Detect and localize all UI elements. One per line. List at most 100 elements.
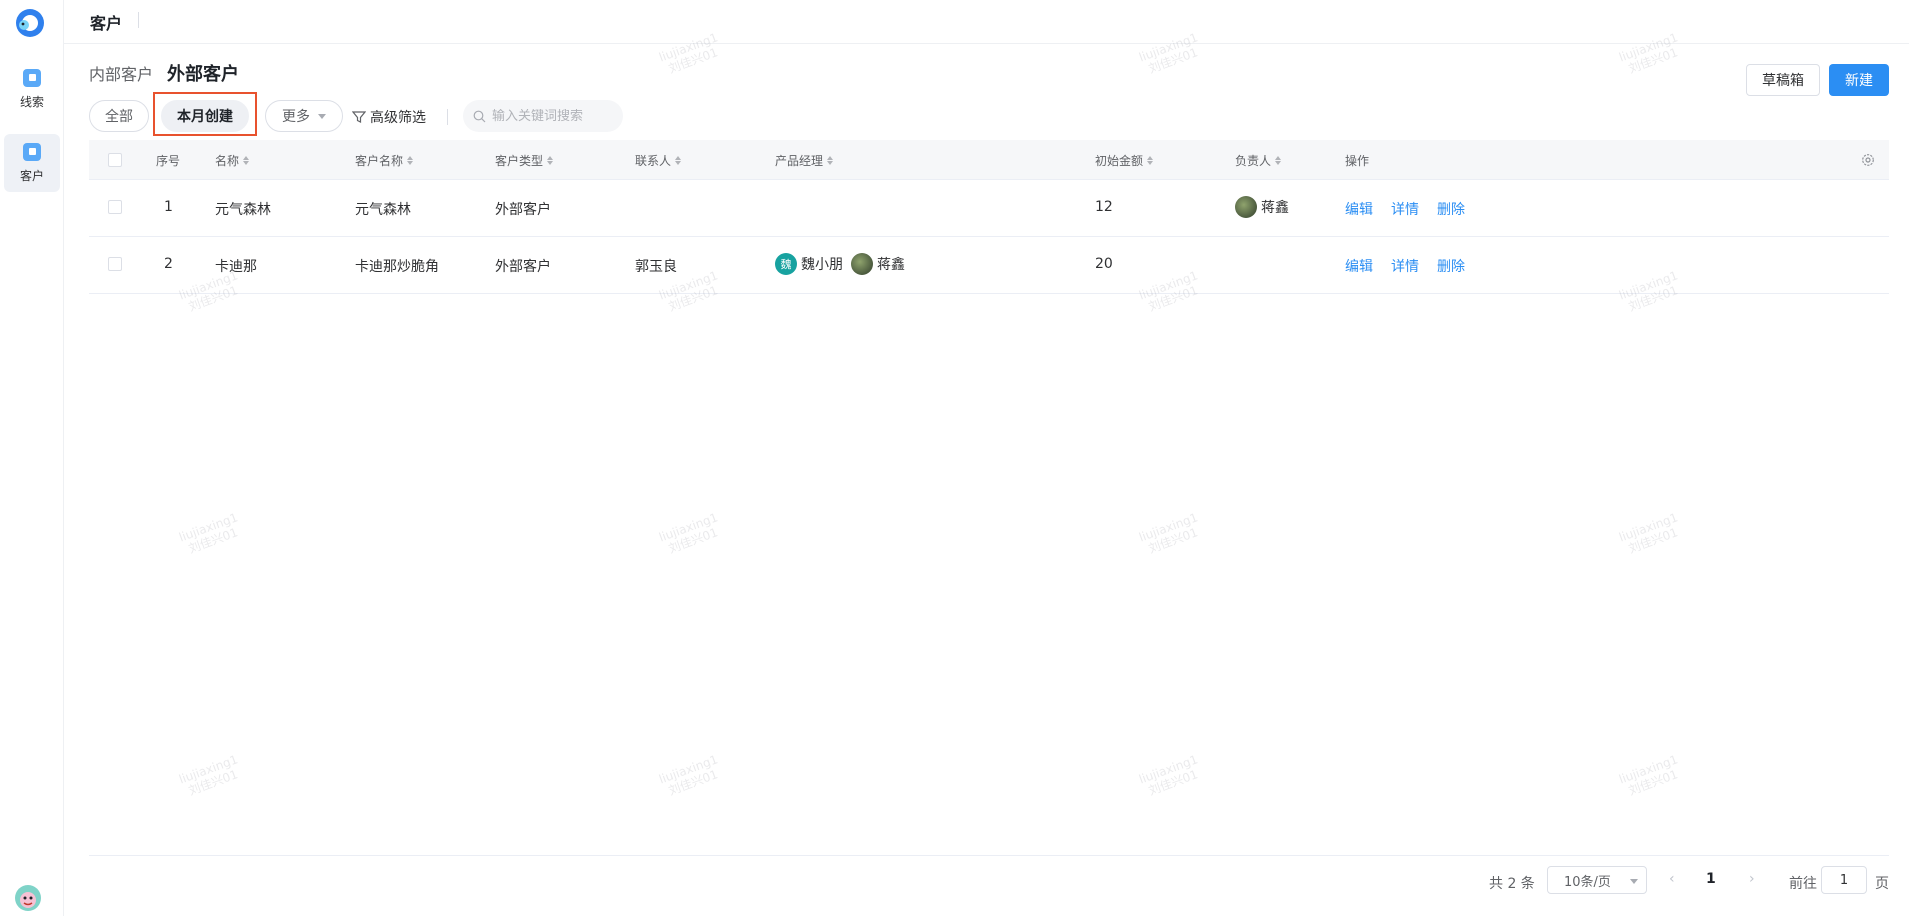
customer-table: 序号 名称 客户名称 客户类型 联系人 产品经理 初始金额 负责人 操作 1 元… bbox=[89, 140, 1889, 294]
row-checkbox[interactable] bbox=[108, 257, 122, 271]
filter-all[interactable]: 全部 bbox=[89, 100, 149, 132]
sort-icon bbox=[827, 156, 834, 165]
filter-bar: 全部 本月创建 更多 高级筛选 bbox=[89, 92, 789, 136]
header-initial-amount[interactable]: 初始金额 bbox=[1095, 152, 1154, 169]
header-initial-amount-label: 初始金额 bbox=[1095, 154, 1144, 168]
filter-more-label: 更多 bbox=[282, 109, 310, 125]
delete-link[interactable]: 删除 bbox=[1437, 256, 1465, 276]
cell-customer-name: 元气森林 bbox=[355, 202, 411, 218]
goto-label: 前往 bbox=[1789, 876, 1817, 892]
edit-link[interactable]: 编辑 bbox=[1345, 199, 1373, 219]
table-row: 1 元气森林 元气森林 外部客户 12 蒋鑫 编辑 详情 删除 bbox=[89, 180, 1889, 237]
pagination: 共 2 条 10条/页 ‹ 1 › 前往 页 bbox=[89, 866, 1889, 896]
cell-actions: 编辑 详情 删除 bbox=[1345, 256, 1483, 276]
cell-actions: 编辑 详情 删除 bbox=[1345, 199, 1483, 219]
detail-link[interactable]: 详情 bbox=[1391, 256, 1419, 276]
header-owner-label: 负责人 bbox=[1235, 154, 1272, 168]
header-owner[interactable]: 负责人 bbox=[1235, 152, 1282, 169]
user-avatar-icon[interactable] bbox=[14, 884, 42, 912]
advanced-filter-label: 高级筛选 bbox=[370, 110, 426, 126]
nav-item-label: 线索 bbox=[19, 94, 44, 109]
header-customer-name-label: 客户名称 bbox=[355, 154, 404, 168]
sort-icon bbox=[1147, 156, 1154, 165]
filter-icon bbox=[352, 111, 366, 123]
prev-page-chevron-left-icon[interactable]: ‹ bbox=[1669, 871, 1675, 887]
header-customer-type-label: 客户类型 bbox=[495, 154, 544, 168]
table-row: 2 卡迪那 卡迪那炒脆角 外部客户 郭玉良 魏 魏小朋 蒋鑫 20 编辑 详情 … bbox=[89, 237, 1889, 294]
detail-link[interactable]: 详情 bbox=[1391, 199, 1419, 219]
pm-name: 蒋鑫 bbox=[877, 257, 905, 273]
customer-subtabs: 内部客户 外部客户 bbox=[89, 60, 253, 86]
new-button[interactable]: 新建 bbox=[1829, 64, 1889, 96]
page-title: 客户 bbox=[90, 14, 123, 33]
delete-link[interactable]: 删除 bbox=[1437, 199, 1465, 219]
sort-icon bbox=[547, 156, 554, 165]
left-nav-rail: 线索 客户 bbox=[0, 0, 64, 916]
search-icon bbox=[473, 110, 486, 122]
cell-initial-amount: 20 bbox=[1095, 256, 1113, 272]
row-checkbox[interactable] bbox=[108, 200, 122, 214]
clue-icon bbox=[23, 68, 41, 87]
cell-customer-type: 外部客户 bbox=[495, 259, 551, 275]
avatar: 魏 bbox=[775, 253, 797, 275]
cell-owner: 蒋鑫 bbox=[1235, 196, 1289, 218]
header-customer-type[interactable]: 客户类型 bbox=[495, 152, 554, 169]
sort-icon bbox=[675, 156, 682, 165]
goto-page-input[interactable] bbox=[1821, 866, 1867, 894]
chevron-down-icon bbox=[1630, 879, 1638, 884]
edit-link[interactable]: 编辑 bbox=[1345, 256, 1373, 276]
page-size-select[interactable]: 10条/页 bbox=[1547, 866, 1647, 894]
sort-icon bbox=[407, 156, 414, 165]
total-count: 共 2 条 bbox=[1489, 876, 1535, 892]
cell-initial-amount: 12 bbox=[1095, 199, 1113, 215]
pm-name: 魏小朋 bbox=[801, 257, 843, 273]
nav-item-customers[interactable]: 客户 bbox=[4, 134, 60, 192]
cell-name: 元气森林 bbox=[215, 202, 271, 218]
sort-icon bbox=[1275, 156, 1282, 165]
cell-index: 1 bbox=[164, 199, 173, 215]
column-settings-gear-icon[interactable] bbox=[1861, 153, 1875, 167]
app-logo-icon[interactable] bbox=[12, 6, 46, 40]
header-name-label: 名称 bbox=[215, 154, 240, 168]
header-actions: 操作 bbox=[1345, 154, 1370, 168]
filter-more-dropdown[interactable]: 更多 bbox=[265, 100, 343, 132]
table-header: 序号 名称 客户名称 客户类型 联系人 产品经理 初始金额 负责人 操作 bbox=[89, 140, 1889, 180]
cell-name: 卡迪那 bbox=[215, 259, 257, 275]
main-content: 内部客户 外部客户 草稿箱 新建 全部 本月创建 更多 高级筛选 输入关键词搜索… bbox=[89, 44, 1889, 916]
search-input[interactable] bbox=[492, 108, 617, 124]
nav-item-label: 客户 bbox=[19, 168, 44, 183]
tab-external-customers[interactable]: 外部客户 bbox=[167, 60, 239, 86]
top-bar: 客户 bbox=[64, 0, 1909, 44]
app-root: 线索 客户 客户 内部客户 外部客户 草稿箱 新建 全部 本月创建 更多 高级筛… bbox=[0, 0, 1909, 916]
divider bbox=[89, 855, 1889, 856]
drafts-button[interactable]: 草稿箱 bbox=[1746, 64, 1820, 96]
header-customer-name[interactable]: 客户名称 bbox=[355, 152, 414, 169]
header-product-manager-label: 产品经理 bbox=[775, 154, 824, 168]
divider bbox=[447, 109, 448, 125]
header-contact-label: 联系人 bbox=[635, 154, 672, 168]
filter-this-month[interactable]: 本月创建 bbox=[161, 100, 249, 132]
search-box[interactable] bbox=[463, 100, 623, 132]
avatar bbox=[851, 253, 873, 275]
avatar bbox=[1235, 196, 1257, 218]
cell-customer-type: 外部客户 bbox=[495, 202, 551, 218]
cell-product-manager: 魏 魏小朋 蒋鑫 bbox=[775, 253, 905, 275]
header-name[interactable]: 名称 bbox=[215, 152, 250, 169]
divider bbox=[138, 12, 139, 28]
sort-icon bbox=[243, 156, 250, 165]
tab-internal-customers[interactable]: 内部客户 bbox=[89, 61, 153, 85]
customer-icon bbox=[23, 142, 41, 161]
header-contact[interactable]: 联系人 bbox=[635, 152, 682, 169]
advanced-filter-button[interactable]: 高级筛选 bbox=[352, 107, 426, 127]
next-page-chevron-right-icon[interactable]: › bbox=[1749, 871, 1755, 887]
select-all-checkbox[interactable] bbox=[108, 153, 122, 167]
header-product-manager[interactable]: 产品经理 bbox=[775, 152, 834, 169]
owner-name: 蒋鑫 bbox=[1261, 200, 1289, 216]
header-index: 序号 bbox=[156, 154, 181, 168]
nav-item-clues[interactable]: 线索 bbox=[4, 60, 60, 118]
chevron-down-icon bbox=[318, 113, 326, 119]
cell-index: 2 bbox=[164, 256, 173, 272]
cell-customer-name: 卡迪那炒脆角 bbox=[355, 259, 439, 275]
cell-contact: 郭玉良 bbox=[635, 259, 677, 275]
page-number[interactable]: 1 bbox=[1706, 871, 1716, 887]
